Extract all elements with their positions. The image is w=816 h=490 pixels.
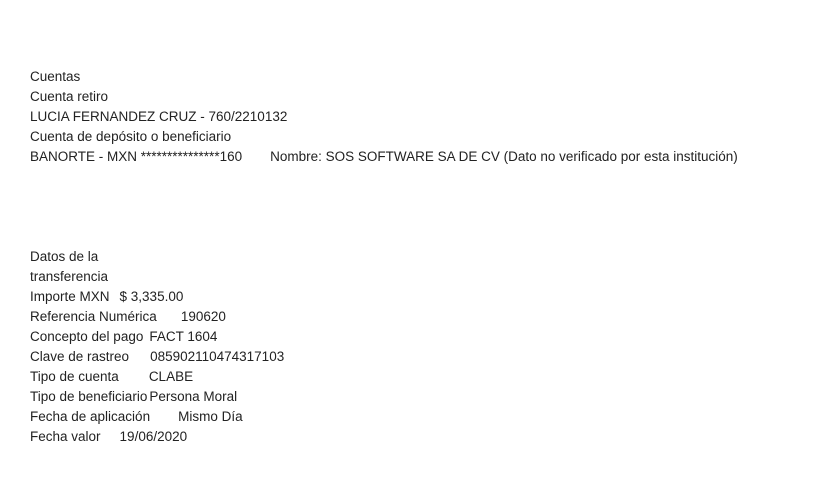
referencia-value: 190620: [180, 309, 226, 324]
tipo-beneficiario-value: Persona Moral: [149, 389, 238, 404]
tipo-beneficiario-row: Tipo de beneficiario Persona Moral: [30, 387, 284, 407]
transferencia-section: Datos de la transferencia Importe MXN $ 3…: [30, 247, 284, 447]
fecha-valor-row: Fecha valor 19/06/2020: [30, 427, 284, 447]
tipo-beneficiario-label: Tipo de beneficiario: [30, 389, 148, 404]
cuenta-retiro-value: LUCIA FERNANDEZ CRUZ - 760/2210132: [30, 109, 288, 124]
fecha-aplicacion-row: Fecha de aplicación Mismo Día: [30, 407, 284, 427]
fecha-valor-value: 19/06/2020: [119, 429, 188, 444]
fecha-valor-label: Fecha valor: [30, 429, 101, 444]
concepto-label: Concepto del pago: [30, 329, 144, 344]
clave-rastreo-value: 085902110474317103: [150, 349, 285, 364]
fecha-aplicacion-label: Fecha de aplicación: [30, 409, 151, 424]
clave-rastreo-row: Clave de rastreo 085902110474317103: [30, 347, 284, 367]
referencia-label: Referencia Numérica: [30, 309, 157, 324]
importe-value: $ 3,335.00: [119, 289, 184, 304]
tipo-cuenta-row: Tipo de cuenta CLABE: [30, 367, 284, 387]
deposito-account: BANORTE - MXN ***************160: [30, 149, 243, 164]
deposito-beneficiary-name: Nombre: SOS SOFTWARE SA DE CV (Dato no v…: [270, 149, 738, 164]
fecha-aplicacion-value: Mismo Día: [178, 409, 243, 424]
referencia-row: Referencia Numérica 190620: [30, 307, 284, 327]
cuentas-heading: Cuentas: [30, 69, 81, 84]
concepto-row: Concepto del pago FACT 1604: [30, 327, 284, 347]
tipo-cuenta-label: Tipo de cuenta: [30, 369, 119, 384]
tipo-cuenta-value: CLABE: [148, 369, 194, 384]
transferencia-heading-line1: Datos de la: [30, 249, 99, 264]
cuentas-section: Cuentas Cuenta retiro LUCIA FERNANDEZ CR…: [30, 67, 738, 167]
cuenta-retiro-label: Cuenta retiro: [30, 89, 109, 104]
importe-row: Importe MXN $ 3,335.00: [30, 287, 284, 307]
cuenta-deposito-row: BANORTE - MXN ***************160 Nombre: …: [30, 147, 738, 167]
importe-label: Importe MXN: [30, 289, 110, 304]
cuenta-deposito-label: Cuenta de depósito o beneficiario: [30, 129, 232, 144]
concepto-value: FACT 1604: [149, 329, 218, 344]
clave-rastreo-label: Clave de rastreo: [30, 349, 130, 364]
transferencia-heading-line2: transferencia: [30, 269, 109, 284]
